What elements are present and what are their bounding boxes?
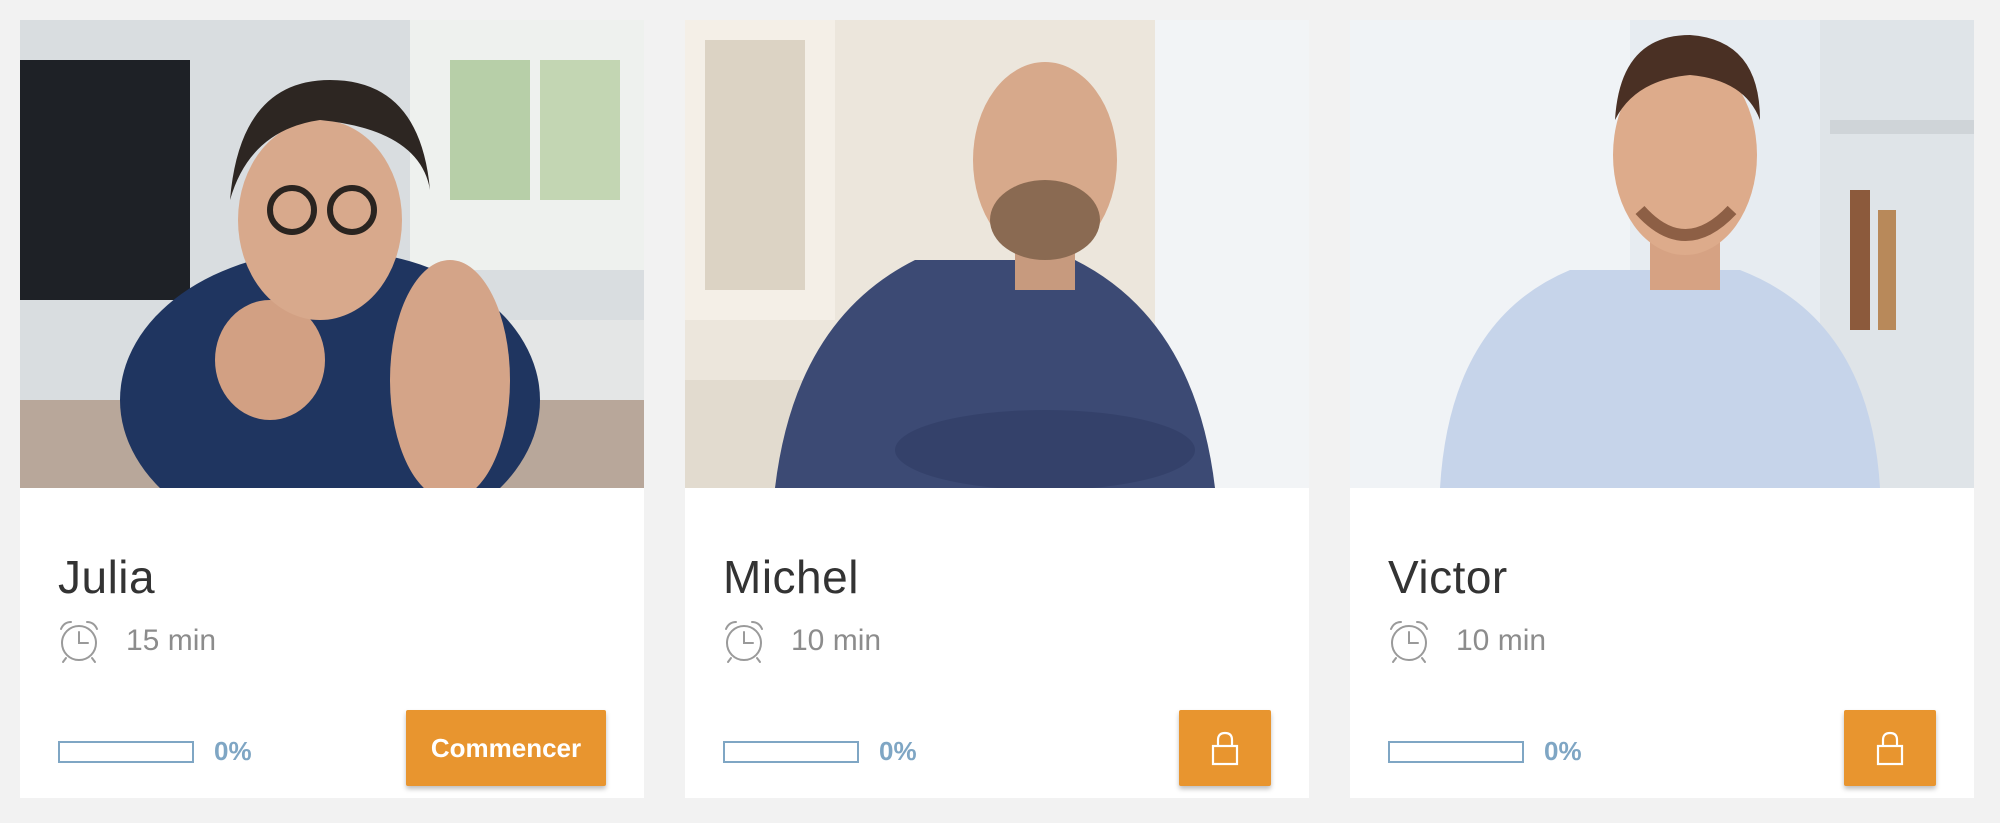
progress-indicator: 0% [58, 736, 252, 767]
michel-photo [685, 20, 1309, 488]
duration-info: 10 min [721, 616, 881, 666]
alarm-clock-icon [60, 621, 98, 663]
scenario-card-list: Julia 15 min 0% Commencer Michel 10 min … [20, 20, 1974, 798]
julia-photo [20, 20, 644, 488]
scenario-card-victor: Victor 10 min 0% [1350, 20, 1974, 798]
lock-icon [1211, 731, 1239, 766]
start-button[interactable]: Commencer [406, 710, 606, 786]
duration-text: 10 min [1456, 624, 1547, 657]
scenario-card-julia: Julia 15 min 0% Commencer [20, 20, 644, 798]
alarm-clock-icon [1390, 621, 1428, 663]
progress-percent: 0% [1544, 736, 1582, 766]
progress-bar [723, 740, 859, 763]
progress-bar [58, 740, 194, 763]
duration-info: 15 min [56, 616, 216, 666]
locked-button[interactable] [1844, 710, 1936, 786]
duration-text: 15 min [126, 624, 217, 657]
progress-percent: 0% [879, 736, 917, 766]
card-name: Julia [58, 551, 156, 603]
card-name: Victor [1388, 551, 1508, 603]
locked-button[interactable] [1179, 710, 1271, 786]
duration-info: 10 min [1386, 616, 1546, 666]
progress-bar [1388, 740, 1524, 763]
card-name: Michel [723, 551, 859, 603]
scenario-card-michel: Michel 10 min 0% [685, 20, 1309, 798]
lock-icon [1876, 731, 1904, 766]
victor-photo [1350, 20, 1974, 488]
progress-indicator: 0% [1388, 736, 1582, 767]
alarm-clock-icon [725, 621, 763, 663]
duration-text: 10 min [791, 624, 882, 657]
progress-percent: 0% [214, 736, 252, 766]
progress-indicator: 0% [723, 736, 917, 767]
